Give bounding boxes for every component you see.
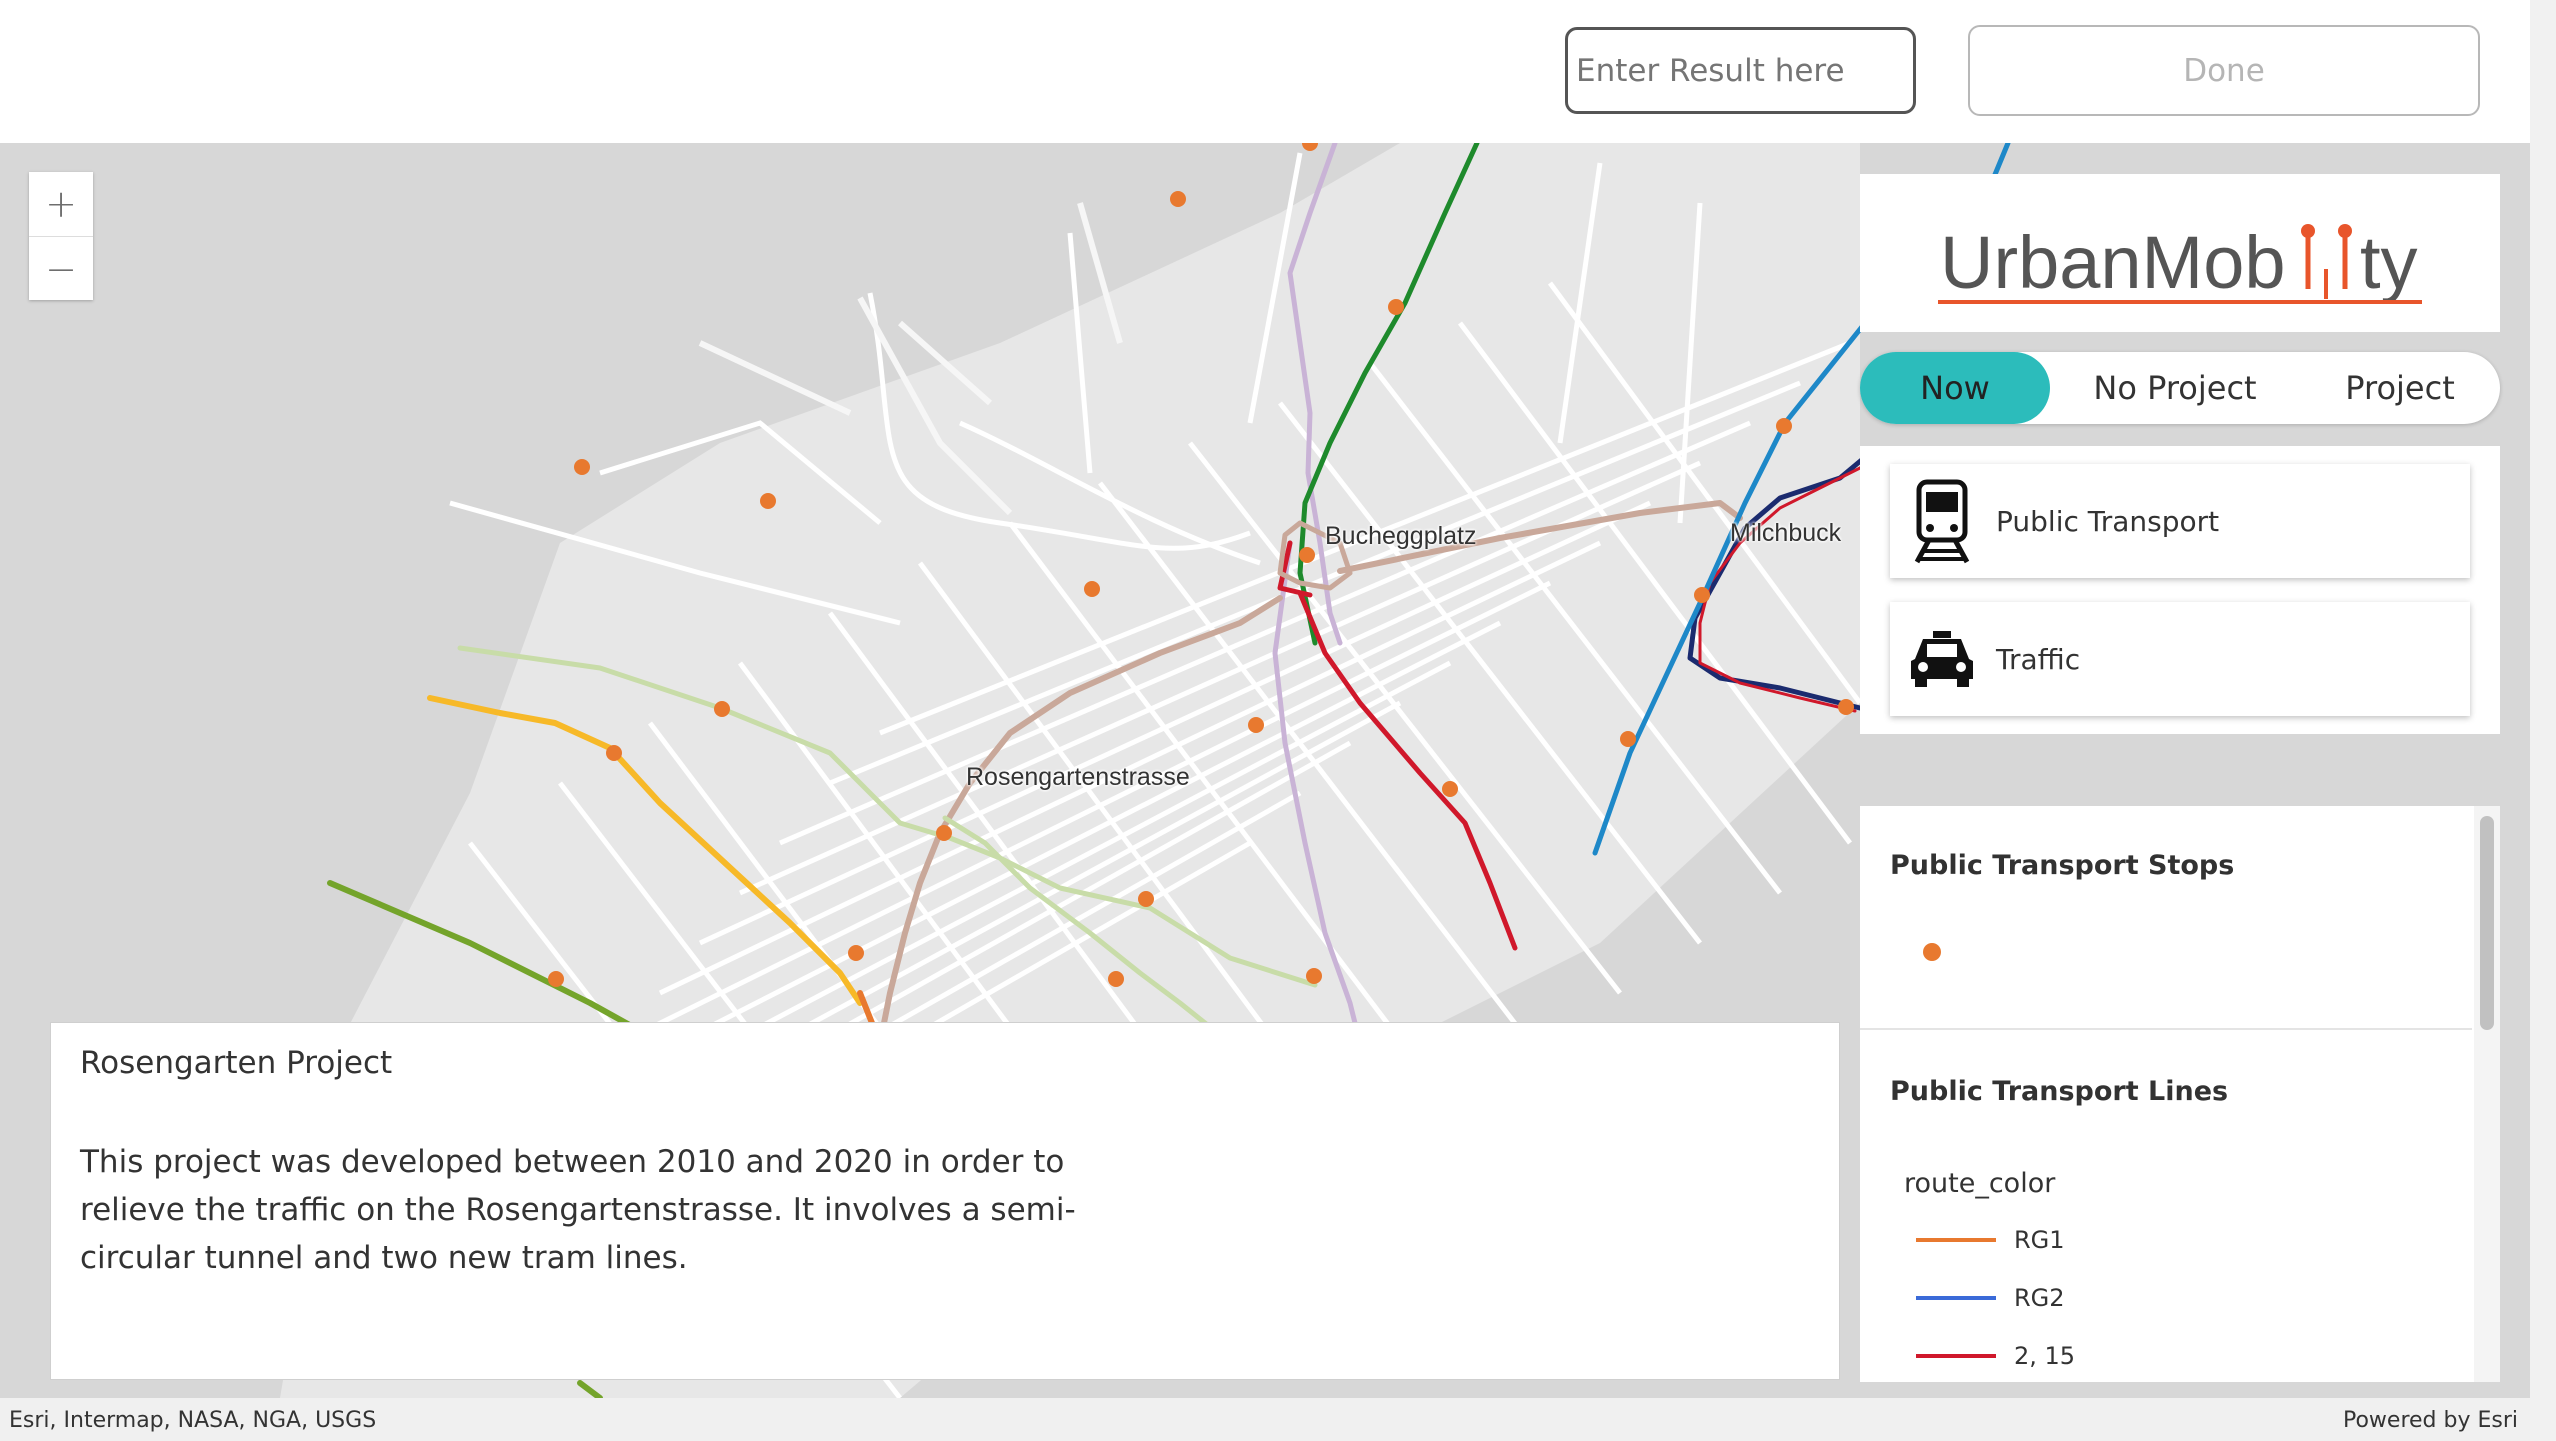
legend-title-lines: Public Transport Lines [1890,1076,2229,1107]
transit-stop[interactable] [1694,587,1710,603]
legend-swatch [1916,1238,1996,1242]
mode-project-button[interactable]: Project [2300,352,2500,424]
legend-panel[interactable]: Public Transport Stops Public Transport … [1860,806,2500,1382]
transit-stop[interactable] [1388,299,1404,315]
transit-stop[interactable] [1299,547,1315,563]
stop-symbol-icon [1923,943,1941,961]
layer-label-traffic: Traffic [1996,642,2081,676]
transit-stop[interactable] [1442,781,1458,797]
transit-stop[interactable] [1776,418,1792,434]
transit-stop[interactable] [848,945,864,961]
transit-stop[interactable] [1138,891,1154,907]
transit-stop[interactable] [548,971,564,987]
map-label-milchbuck: Milchbuck [1730,519,1842,547]
page-scrollbar[interactable] [2530,0,2556,1441]
logo-card: UrbanMob ty [1860,174,2500,332]
legend-swatch [1916,1354,1996,1358]
legend-item-label: RG2 [2014,1284,2065,1312]
transit-stop[interactable] [1838,699,1854,715]
legend-field-name: route_color [1904,1168,2056,1199]
layer-card-public-transport[interactable]: Public Transport [1890,464,2470,578]
map-label-rosengartenstrasse: Rosengartenstrasse [966,763,1190,791]
transit-stop[interactable] [1620,731,1636,747]
legend-item: RG2 [1916,1284,2065,1312]
top-bar: Done [0,0,2530,143]
layer-label-public-transport: Public Transport [1996,504,2220,538]
transit-stop[interactable] [606,745,622,761]
map-label-bucheggplatz: Bucheggplatz [1325,522,1477,550]
logo-text-end: ty [2360,221,2418,304]
mode-no-project-button[interactable]: No Project [2050,352,2300,424]
layer-panel: Public Transport Traffic [1860,446,2500,734]
urbanmobility-logo: UrbanMob ty [1938,221,2422,304]
legend-divider [1860,1028,2472,1030]
transit-stop[interactable] [1084,581,1100,597]
mode-now-button[interactable]: Now [1860,352,2050,424]
transit-stop[interactable] [1170,191,1186,207]
scenario-toggle: Now No Project Project [1860,352,2500,424]
done-button[interactable]: Done [1968,25,2480,116]
legend-swatch [1916,1296,1996,1300]
logo-text: UrbanMob [1940,221,2286,304]
car-icon [1902,614,1982,704]
legend-title-stops: Public Transport Stops [1890,850,2235,881]
transit-stop[interactable] [574,459,590,475]
zoom-out-button[interactable]: − [29,236,93,300]
train-icon [1902,476,1982,566]
project-title: Rosengarten Project [80,1045,393,1081]
legend-scrollbar[interactable] [2474,806,2500,1382]
powered-by-link[interactable]: Powered by Esri [2343,1408,2518,1433]
project-info-card: Rosengarten Project This project was dev… [50,1022,1840,1380]
transit-stop[interactable] [1306,968,1322,984]
app-root: Done [0,0,2556,1441]
project-description: This project was developed between 2010 … [80,1144,1076,1276]
zoom-controls: + − [29,172,93,300]
attribution-sources: Esri, Intermap, NASA, NGA, USGS [9,1408,377,1433]
transit-stop[interactable] [936,825,952,841]
transit-stop[interactable] [714,701,730,717]
legend-item-label: RG1 [2014,1226,2065,1254]
map-attribution: Esri, Intermap, NASA, NGA, USGS Powered … [0,1398,2530,1441]
legend-scrollbar-thumb[interactable] [2480,816,2494,1030]
legend-item: 2, 15 [1916,1342,2075,1370]
layer-card-traffic[interactable]: Traffic [1890,602,2470,716]
legend-item-label: 2, 15 [2014,1342,2076,1370]
transit-stop[interactable] [1302,143,1318,151]
transit-stop[interactable] [1248,717,1264,733]
legend-item: RG1 [1916,1226,2065,1254]
transit-stop[interactable] [1108,971,1124,987]
zoom-in-button[interactable]: + [29,172,93,236]
transit-stop[interactable] [760,493,776,509]
result-input[interactable] [1565,27,1916,114]
